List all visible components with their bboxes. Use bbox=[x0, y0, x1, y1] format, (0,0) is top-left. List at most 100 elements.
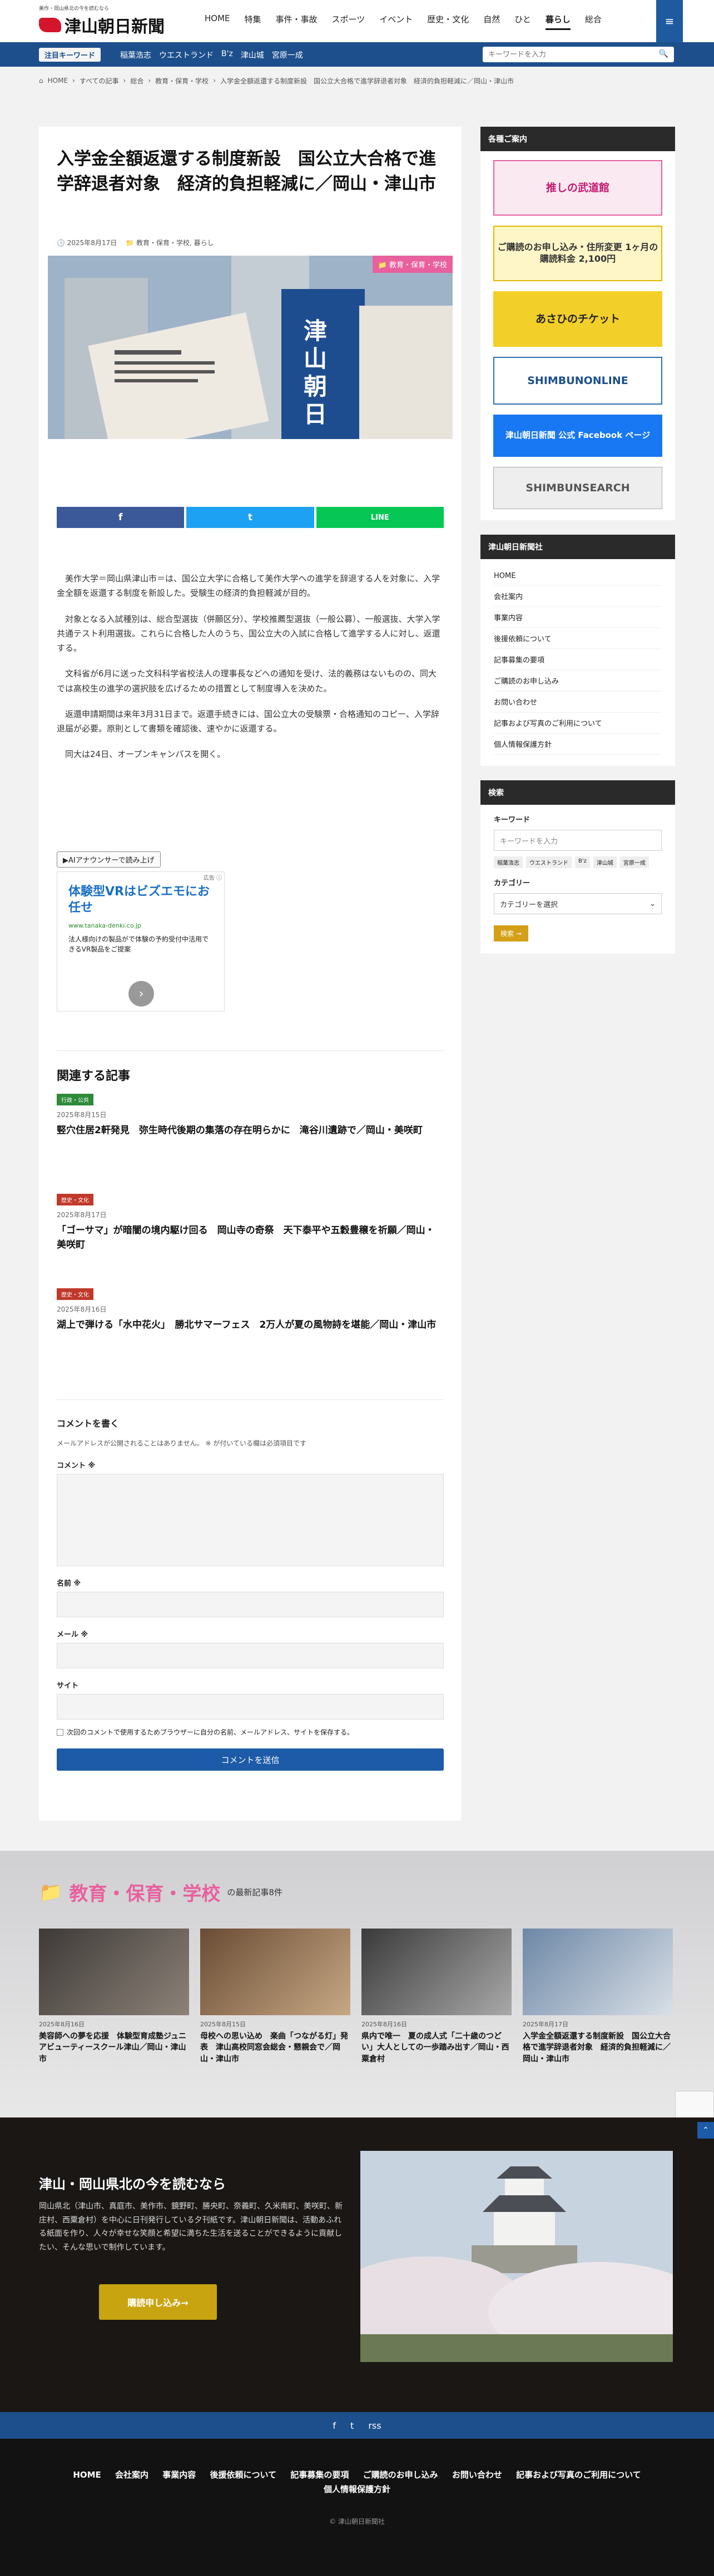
latest-card[interactable]: 2025年8月16日 県内で唯一 夏の成人式「二十歳のつどい」大人としての一歩踏… bbox=[361, 1929, 512, 2065]
sidebar-tag[interactable]: 宮原一成 bbox=[619, 856, 649, 868]
breadcrumb-item[interactable]: すべての記事 bbox=[80, 76, 119, 86]
sidebar-keyword-input[interactable]: キーワードを入力 bbox=[494, 830, 662, 851]
logo[interactable]: 美作・岡山県北の今を読むなら 津山朝日新聞 bbox=[39, 4, 165, 37]
footer-link[interactable]: 後援依頼について bbox=[210, 2470, 277, 2480]
footer-link[interactable]: ご購読のお申し込み bbox=[363, 2470, 438, 2480]
related-item[interactable]: 歴史・文化 2025年8月16日 湖上で弾ける「水中花火」 勝北サマーフェス 2… bbox=[57, 1288, 444, 1333]
nav-incident[interactable]: 事件・事故 bbox=[276, 13, 318, 30]
sidebar-link[interactable]: 事業内容 bbox=[494, 607, 662, 628]
ad-mark[interactable]: 広告 ⓘ bbox=[204, 873, 222, 881]
twitter-icon[interactable]: t bbox=[350, 2420, 354, 2431]
subscribe-button[interactable]: 購読申し込み→ bbox=[99, 2284, 217, 2320]
sidebar-link[interactable]: ご購読のお申し込み bbox=[494, 670, 662, 691]
latest-card[interactable]: 2025年8月16日 美容師への夢を応援 体験型育成塾ジュニアビューティースクー… bbox=[39, 1929, 189, 2065]
footer-link[interactable]: 記事募集の要項 bbox=[290, 2470, 349, 2480]
nav-general[interactable]: 総合 bbox=[585, 13, 602, 30]
menu-icon[interactable]: ≡ bbox=[656, 0, 683, 42]
sidebar-tag[interactable]: ウエストランド bbox=[526, 856, 572, 868]
sidebar-search-button[interactable]: 検索 → bbox=[494, 925, 528, 941]
related-title[interactable]: 竪穴住居2軒発見 弥生時代後期の集落の存在明らかに 滝谷川遺跡で／岡山・美咲町 bbox=[57, 1124, 444, 1138]
footer-link[interactable]: 事業内容 bbox=[162, 2470, 196, 2480]
nav-home[interactable]: HOME bbox=[205, 13, 230, 30]
sidebar-link[interactable]: 記事募集の要項 bbox=[494, 649, 662, 670]
sidebar-link[interactable]: 個人情報保護方針 bbox=[494, 734, 662, 755]
footer-link[interactable]: お問い合わせ bbox=[452, 2470, 502, 2480]
sidebar-link[interactable]: HOME bbox=[494, 567, 662, 586]
footer-link[interactable]: 会社案内 bbox=[115, 2470, 148, 2480]
card-title[interactable]: 美容師への夢を応援 体験型育成塾ジュニアビューティースクール津山／岡山・津山市 bbox=[39, 2031, 189, 2065]
rss-icon[interactable]: rss bbox=[368, 2420, 381, 2431]
ai-read-aloud-button[interactable]: ▶AIアナウンサーで読み上げ bbox=[57, 851, 161, 868]
sidebar-ads-heading: 各種ご案内 bbox=[480, 127, 675, 151]
topic-keyword[interactable]: 稲葉浩志 bbox=[120, 49, 151, 61]
card-title[interactable]: 入学金全額返還する制度新設 国公立大合格で進学辞退者対象 経済的負担軽減に／岡山… bbox=[523, 2031, 673, 2065]
sidebar-link[interactable]: お問い合わせ bbox=[494, 691, 662, 712]
sidebar-tag[interactable]: 稲葉浩志 bbox=[494, 856, 523, 868]
topic-keyword[interactable]: 宮原一成 bbox=[272, 49, 303, 61]
facebook-share-icon[interactable]: f bbox=[57, 507, 185, 528]
topic-keyword[interactable]: ウエストランド bbox=[159, 49, 214, 61]
name-field[interactable] bbox=[57, 1592, 444, 1617]
remember-checkbox-row[interactable]: 次回のコメントで使用するためブラウザーに自分の名前、メールアドレス、サイトを保存… bbox=[57, 1727, 444, 1737]
sidebar-tag[interactable]: 津山城 bbox=[593, 856, 617, 868]
breadcrumb-item[interactable]: HOME bbox=[48, 77, 68, 84]
sidebar-link[interactable]: 会社案内 bbox=[494, 586, 662, 607]
remember-checkbox[interactable] bbox=[57, 1728, 63, 1736]
ad-arrow-icon[interactable]: › bbox=[128, 981, 154, 1007]
footer-link[interactable]: 記事および写真のご利用について bbox=[516, 2470, 641, 2480]
back-to-top-icon[interactable]: ⌃ bbox=[697, 2122, 714, 2139]
comment-textarea[interactable] bbox=[57, 1474, 444, 1566]
article-categories[interactable]: 📁 教育・保育・学校, 暮らし bbox=[126, 238, 214, 247]
related-title[interactable]: 「ゴーサマ」が暗闇の境内駆け回る 岡山寺の奇祭 天下泰平や五穀豊穣を祈願／岡山・… bbox=[57, 1224, 444, 1252]
facebook-icon[interactable]: f bbox=[333, 2420, 336, 2431]
sidebar-link[interactable]: 後援依頼について bbox=[494, 628, 662, 649]
related-badge[interactable]: 歴史・文化 bbox=[57, 1194, 93, 1205]
sidebar-tag[interactable]: B'z bbox=[575, 856, 590, 868]
search-icon[interactable]: 🔍 bbox=[659, 49, 668, 58]
banner-facebook[interactable]: 津山朝日新聞 公式 Facebook ページ bbox=[493, 415, 662, 457]
banner-shimbun-search[interactable]: SHIMBUNSEARCH bbox=[493, 467, 662, 509]
topic-keyword[interactable]: B'z bbox=[221, 49, 233, 61]
ad-url[interactable]: www.tanaka-denki.co.jp bbox=[68, 922, 141, 929]
footer-link[interactable]: HOME bbox=[73, 2470, 101, 2480]
latest-card[interactable]: 2025年8月17日 入学金全額返還する制度新設 国公立大合格で進学辞退者対象 … bbox=[523, 1929, 673, 2065]
nav-event[interactable]: イベント bbox=[379, 13, 413, 30]
card-title[interactable]: 母校への思い込め 楽曲「つながる灯」発表 津山高校同窓会総会・懇親会で／岡山・津… bbox=[200, 2031, 350, 2065]
nav-history[interactable]: 歴史・文化 bbox=[427, 13, 469, 30]
related-item[interactable]: 行政・公共 2025年8月15日 竪穴住居2軒発見 弥生時代後期の集落の存在明ら… bbox=[57, 1094, 444, 1138]
banner-subscribe[interactable]: ご購読のお申し込み・住所変更 1ヶ月の購読料金 2,100円 bbox=[493, 226, 662, 281]
banner-budokan[interactable]: 推しの武道館 bbox=[493, 160, 662, 216]
breadcrumb-item[interactable]: 教育・保育・学校 bbox=[155, 76, 209, 86]
category-select[interactable]: カテゴリーを選択 ⌄ bbox=[494, 893, 662, 914]
nav-life[interactable]: 暮らし bbox=[545, 13, 571, 30]
card-thumbnail[interactable] bbox=[200, 1929, 350, 2015]
breadcrumb-item[interactable]: 総合 bbox=[130, 76, 143, 86]
nav-special[interactable]: 特集 bbox=[245, 13, 261, 30]
related-badge[interactable]: 歴史・文化 bbox=[57, 1288, 93, 1300]
twitter-share-icon[interactable]: t bbox=[186, 507, 314, 528]
banner-shimbun-online[interactable]: SHIMBUNONLINE bbox=[493, 357, 662, 405]
site-field[interactable] bbox=[57, 1694, 444, 1720]
category-badge[interactable]: 📁 教育・保育・学校 bbox=[372, 256, 453, 273]
nav-sports[interactable]: スポーツ bbox=[332, 13, 365, 30]
line-share-icon[interactable]: LINE bbox=[316, 507, 444, 528]
related-item[interactable]: 歴史・文化 2025年8月17日 「ゴーサマ」が暗闇の境内駆け回る 岡山寺の奇祭… bbox=[57, 1194, 444, 1252]
ad-unit[interactable]: 広告 ⓘ 体験型VRはビズエモにお任せ www.tanaka-denki.co.… bbox=[57, 871, 225, 1012]
topic-keyword[interactable]: 津山城 bbox=[241, 49, 264, 61]
related-badge[interactable]: 行政・公共 bbox=[57, 1094, 93, 1105]
ad-title[interactable]: 体験型VRはビズエモにお任せ bbox=[68, 884, 214, 916]
footer-link[interactable]: 個人情報保護方針 bbox=[324, 2484, 390, 2494]
nav-people[interactable]: ひと bbox=[514, 13, 531, 30]
nav-nature[interactable]: 自然 bbox=[483, 13, 500, 30]
card-thumbnail[interactable] bbox=[523, 1929, 673, 2015]
email-field[interactable] bbox=[57, 1643, 444, 1668]
comment-submit-button[interactable]: コメントを送信 bbox=[57, 1748, 444, 1771]
card-thumbnail[interactable] bbox=[361, 1929, 512, 2015]
latest-card[interactable]: 2025年8月15日 母校への思い込め 楽曲「つながる灯」発表 津山高校同窓会総… bbox=[200, 1929, 350, 2065]
banner-ticket[interactable]: あさひのチケット bbox=[493, 291, 662, 347]
card-thumbnail[interactable] bbox=[39, 1929, 189, 2015]
sidebar-link[interactable]: 記事および写真のご利用について bbox=[494, 712, 662, 734]
header-search-input[interactable] bbox=[483, 47, 649, 62]
card-title[interactable]: 県内で唯一 夏の成人式「二十歳のつどい」大人としての一歩踏み出す／岡山・西粟倉村 bbox=[361, 2031, 512, 2065]
related-title[interactable]: 湖上で弾ける「水中花火」 勝北サマーフェス 2万人が夏の風物詩を堪能／岡山・津山… bbox=[57, 1318, 444, 1333]
